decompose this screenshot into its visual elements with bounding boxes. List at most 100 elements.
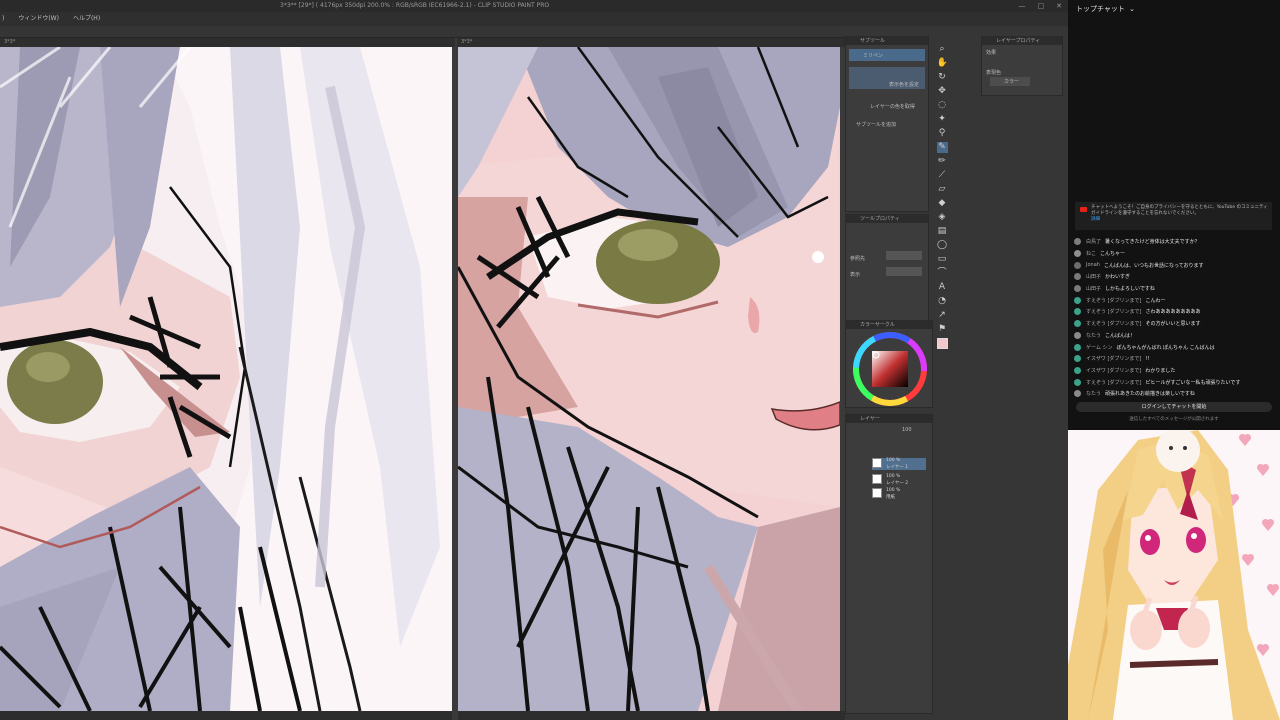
chat-author[interactable]: イスザワ [ダブリンまで] [1086,355,1141,362]
canvas-tab-right[interactable]: 3*3* [457,38,845,47]
avatar[interactable] [1074,296,1081,304]
chat-author[interactable]: すえぞう [ダブリンまで] [1086,308,1142,315]
subtool-item-third-label[interactable]: レイヤーの色を取得 [870,103,915,110]
canvas-right-artwork [458,47,840,711]
reference-select[interactable] [886,251,922,260]
tool-property-header: ツールプロパティ [846,215,928,223]
chat-message: 白鳥了 暑くなってきたけど身体は大丈夫ですか？ [1074,236,1274,248]
display-select[interactable] [886,267,922,276]
minimize-button[interactable]: — [1019,0,1026,12]
text-icon[interactable]: A [937,282,948,293]
chevron-down-icon[interactable]: ⌄ [1129,5,1135,13]
avatar[interactable] [1074,390,1081,398]
move-icon[interactable]: ✥ [937,86,948,97]
fill-icon[interactable]: ◈ [937,212,948,223]
gradient-icon[interactable]: ▤ [937,226,948,237]
status-bar-right [458,711,845,720]
chat-message: すえぞう [ダブリンまで] さわあああああああああ [1074,306,1274,318]
avatar[interactable] [1074,285,1081,293]
layer-3-name: 用紙 [886,495,895,500]
chat-login-button[interactable]: ログインしてチャットを開始 [1076,402,1272,412]
zoom-icon[interactable]: ⌕ [937,44,948,55]
chat-author[interactable]: 山田子 [1086,285,1101,292]
chat-author[interactable]: すえぞう [ダブリンまで] [1086,297,1142,304]
blend-icon[interactable]: ◆ [937,198,948,209]
chat-author[interactable]: イスザワ [ダブリンまで] [1086,367,1141,374]
magic-wand-icon[interactable]: ✦ [937,114,948,125]
figure-icon[interactable]: ◯ [937,240,948,251]
menu-item-help[interactable]: ヘルプ(H) [73,12,100,26]
chat-message: 山田子 かわいすぎ [1074,271,1274,283]
subtool-item-selected[interactable]: ミリペン [849,49,925,61]
vtuber-avatar [1068,430,1280,720]
chat-text: ピヒールがすごいなー私も頑張りたいです [1145,379,1241,386]
avatar[interactable] [1074,355,1081,363]
chat-message: ねこ こんちゃー [1074,248,1274,260]
layer-3-pct: 100 % [886,488,901,493]
chat-welcome-text: チャットへようこそ！ご自身のプライバシーを守るとともに、YouTube のコミュ… [1091,205,1268,216]
avatar[interactable] [1074,308,1081,316]
avatar[interactable] [1074,238,1081,246]
frame-icon[interactable]: ▭ [937,254,948,265]
avatar[interactable] [1074,250,1081,258]
chat-author[interactable]: Jonah [1086,262,1100,268]
chat-author[interactable]: なたう [1086,390,1101,397]
canvas-left[interactable] [0,47,452,711]
avatar[interactable] [1074,320,1081,328]
chat-text: その方がいいと思います [1145,321,1201,328]
chat-text: こんばんは、いつもお世話になっております [1103,262,1204,269]
chat-header[interactable]: トップチャット ⌄ [1068,0,1280,18]
brush-icon[interactable]: ⟋ [937,170,948,181]
ruler-icon[interactable]: ⌒ [937,268,948,279]
balloon-icon[interactable]: ◔ [937,296,948,307]
rotate-icon[interactable]: ↻ [937,72,948,83]
layer-row-1[interactable]: 100 % レイヤー 1 [848,458,926,471]
layer-1-name: レイヤー 1 [886,465,909,470]
eyedropper-icon[interactable]: ⚲ [937,128,948,139]
eraser-icon[interactable]: ▱ [937,184,948,195]
avatar[interactable] [1074,343,1081,351]
close-button[interactable]: ✕ [1056,0,1062,12]
layer-thumb-2 [872,474,882,484]
avatar[interactable] [1074,331,1081,339]
chat-author[interactable]: 山田子 [1086,273,1101,280]
lasso-icon[interactable]: ◌ [937,100,948,111]
chat-message: なたう 頑張れあきたのお絵描きは楽しいですね [1074,388,1274,400]
chat-author[interactable]: すえぞう [ダブリンまで] [1086,320,1142,327]
expression-color-select[interactable]: カラー [990,77,1030,86]
pencil-icon[interactable]: ✏ [937,156,948,167]
add-subtool-button[interactable]: サブツールを追加 [856,121,896,128]
chat-author[interactable]: すえぞう [ダブリンまで] [1086,379,1142,386]
avatar[interactable] [1074,378,1081,386]
maximize-button[interactable]: □ [1038,0,1045,12]
layer-row-2[interactable]: 100 % レイヤー 2 [848,474,926,487]
menu-item-window[interactable]: ウィンドウ(W) [18,12,59,26]
avatar[interactable] [1074,366,1081,374]
menu-item-view[interactable]: ) [2,12,4,26]
correct-icon[interactable]: ⚑ [937,324,948,335]
pen-icon[interactable]: ✎ [936,142,948,153]
chat-message: なたう こんばんは！ [1074,330,1274,342]
subtool-item-second[interactable]: 表示色を設定 [849,67,925,89]
chat-welcome-link[interactable]: 詳細 [1091,217,1100,222]
layer-2-name: レイヤー 2 [886,481,909,486]
canvas-right[interactable] [458,47,840,711]
layer-zoom-value[interactable]: 100 [902,427,912,433]
chat-author[interactable]: ねこ [1086,250,1096,257]
layer-row-3[interactable]: 100 % 用紙 [848,488,926,501]
chat-author[interactable]: なたう [1086,332,1101,339]
line-fix-icon[interactable]: ↗ [937,310,948,321]
layer-2-pct: 100 % [886,474,901,479]
chat-mode-label: トップチャット [1076,5,1125,13]
color-swatch-icon[interactable] [936,338,948,349]
color-wheel[interactable] [846,329,934,407]
avatar[interactable] [1074,261,1081,269]
avatar[interactable] [1074,273,1081,281]
hand-icon[interactable]: ✋ [937,58,948,69]
chat-author[interactable]: ゲーム シン [1086,344,1112,351]
canvas-tab-left[interactable]: 3*3* [0,38,455,47]
live-chat-panel: トップチャット ⌄ チャットへようこそ！ご自身のプライバシーを守るとともに、Yo… [1068,0,1280,430]
chat-message-list: 白鳥了 暑くなってきたけど身体は大丈夫ですか？ ねこ こんちゃー Jonah こんばんは、… [1074,236,1274,400]
chat-author[interactable]: 白鳥了 [1086,238,1101,245]
menu-bar: ) ウィンドウ(W) ヘルプ(H) [0,12,1068,26]
